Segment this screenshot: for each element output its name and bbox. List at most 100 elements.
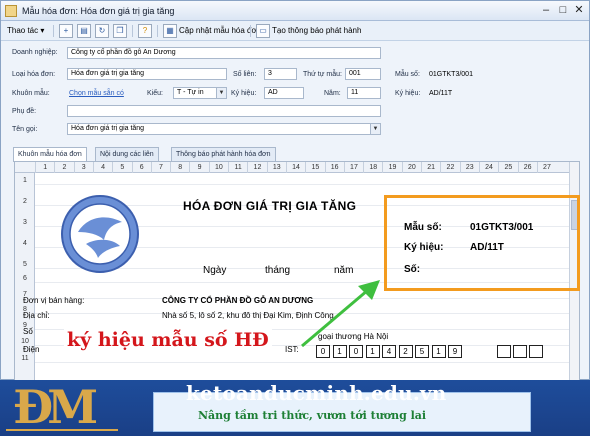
order-field[interactable]: 001 [345,68,381,80]
column-header-cell: 19 [382,162,401,173]
create-notice-button[interactable]: Tạo thông báo phát hành [272,24,361,38]
chevron-down-icon[interactable]: ▼ [370,124,380,134]
seller-value: CÔNG TY CỔ PHẦN ĐỒ GỖ AN DƯƠNG [162,296,314,305]
address-label: Địa chỉ: [23,311,50,320]
toolbar-separator [132,25,133,37]
name-select[interactable]: Hóa đơn giá trị gia tăng ▼ [67,123,381,135]
column-header-cell: 5 [112,162,131,173]
box-serial-label: Ký hiệu: [404,242,444,253]
slogan-text: Nâng tầm tri thức, vươn tới tương lai [198,409,427,422]
maximize-icon[interactable]: □ [556,4,570,18]
column-header-cell: 12 [247,162,266,173]
toolbar: Thao tác ▾ + ▤ ↻ ❐ ? ▦ Cập nhật mẫu hóa … [1,21,589,41]
update-template-button[interactable]: Cập nhật mẫu hóa đơn [179,24,261,38]
style-label: Kiểu: [147,90,163,97]
company-logo-icon [61,195,139,273]
window-title: Mẫu hóa đơn: Hóa đơn giá trị gia tăng [22,6,175,16]
minimize-icon[interactable]: – [539,4,553,18]
style-select[interactable]: T - Tự in ▼ [173,87,227,99]
invoice-title: HÓA ĐƠN GIÁ TRỊ GIA TĂNG [183,199,357,213]
site-url[interactable]: ketoanducminh.edu.vn [186,381,447,405]
row-header-cell: 4 [23,240,27,247]
form-no-label: Mẫu số: [395,71,420,78]
name-label: Tên gọi: [12,126,38,133]
column-header-cell: 13 [266,162,286,173]
symbol-label: Ký hiệu: [231,90,257,97]
name-select-value: Hóa đơn giá trị gia tăng [71,125,145,132]
row-header-cell: 5 [23,261,27,268]
save-icon[interactable]: ▤ [77,24,91,38]
app-icon [5,5,17,17]
row-header-cell: 11 [21,355,29,362]
year-field[interactable]: 11 [347,87,381,99]
new-icon[interactable]: + [59,24,73,38]
help-icon[interactable]: ? [138,24,152,38]
title-bar: Mẫu hóa đơn: Hóa đơn giá trị gia tăng – … [1,1,589,21]
column-header-cell: 7 [150,162,170,173]
subtitle-label: Phụ đề: [12,108,37,115]
copies-field[interactable]: 3 [264,68,297,80]
column-header-cell: 1 [35,162,54,173]
refresh-icon[interactable]: ↻ [95,24,109,38]
notice-icon[interactable]: ▭ [256,24,270,38]
order-label: Thứ tự mẫu: [303,71,342,78]
company-label: Doanh nghiệp: [12,49,58,56]
column-header-cell: 24 [478,162,498,173]
invoice-type-field[interactable]: Hóa đơn giá trị gia tăng [67,68,227,80]
copy-icon[interactable]: ❐ [113,24,127,38]
column-header-cell: 15 [305,162,324,173]
close-icon[interactable]: ✕ [572,4,586,18]
chevron-down-icon[interactable]: ▼ [216,88,226,98]
subtitle-field[interactable] [67,105,381,117]
column-header-cell: 2 [54,162,73,173]
box-serial-value: AD/11T [470,242,504,253]
tax-digit-box: 5 [415,345,429,358]
box-form-no-label: Mẫu số: [404,222,442,233]
symbol-field[interactable]: AD [264,87,304,99]
tax-digit-box: 9 [448,345,462,358]
invoice-type-label: Loại hóa đơn: [12,71,56,78]
year-label: Năm: [324,90,341,97]
tab-invoice-template[interactable]: Khuôn mẫu hóa đơn [13,147,87,162]
phone-short-label: Điện [23,345,40,354]
column-header-cell: 3 [73,162,93,173]
phone-label: Số [23,327,33,336]
row-header-cell: 10 [21,338,29,345]
tax-digit-box [529,345,543,358]
tax-digit-box [513,345,527,358]
serial-value: AD/11T [429,90,453,97]
column-header-cell: 11 [228,162,247,173]
toolbar-separator [53,25,54,37]
template-label: Khuôn mẫu: [12,90,50,97]
style-select-value: T - Tự in [177,89,204,96]
update-template-icon[interactable]: ▦ [163,24,177,38]
choose-template-link[interactable]: Chọn mẫu sẵn có [69,90,124,97]
invoice-month-label: tháng [265,265,291,276]
tab-release-notice[interactable]: Thông báo phát hành hóa đơn [171,147,276,161]
actions-menu[interactable]: Thao tác ▾ [7,24,44,38]
tax-digit-box [497,345,511,358]
toolbar-separator [157,25,158,37]
column-header: 1 2 3 4 5 6 7 8 9 10 11 12 13 14 15 16 17 18 19 20 21 22 23 24 2… [15,162,579,173]
column-header-cell: 10 [208,162,228,173]
tab-copy-content[interactable]: Nội dung các liên [95,147,159,161]
brand-logo: ĐM [13,380,98,434]
tax-digit-box: 2 [398,345,413,358]
grid-line [35,362,571,363]
serial-label: Ký hiệu: [395,90,421,97]
column-header-cell: 27 [536,162,556,173]
box-form-no-value: 01GTKT3/001 [470,222,534,233]
column-header-cell: 14 [285,162,305,173]
row-header-cell: 2 [23,198,27,205]
company-field[interactable]: Công ty cổ phần đồ gỗ An Dương [67,47,381,59]
row-header-cell: 6 [23,275,27,282]
column-header-cell: 18 [363,162,382,173]
row-header-cell: 1 [23,177,27,184]
column-header-cell: 16 [324,162,344,173]
pointer-arrow-icon [301,280,380,348]
column-header-cell: 20 [401,162,421,173]
column-header-cell: 21 [421,162,440,173]
column-header-cell: 25 [498,162,517,173]
tax-digit-box: 1 [431,345,446,358]
invoice-template-window: Mẫu hóa đơn: Hóa đơn giá trị gia tăng – … [0,0,590,381]
